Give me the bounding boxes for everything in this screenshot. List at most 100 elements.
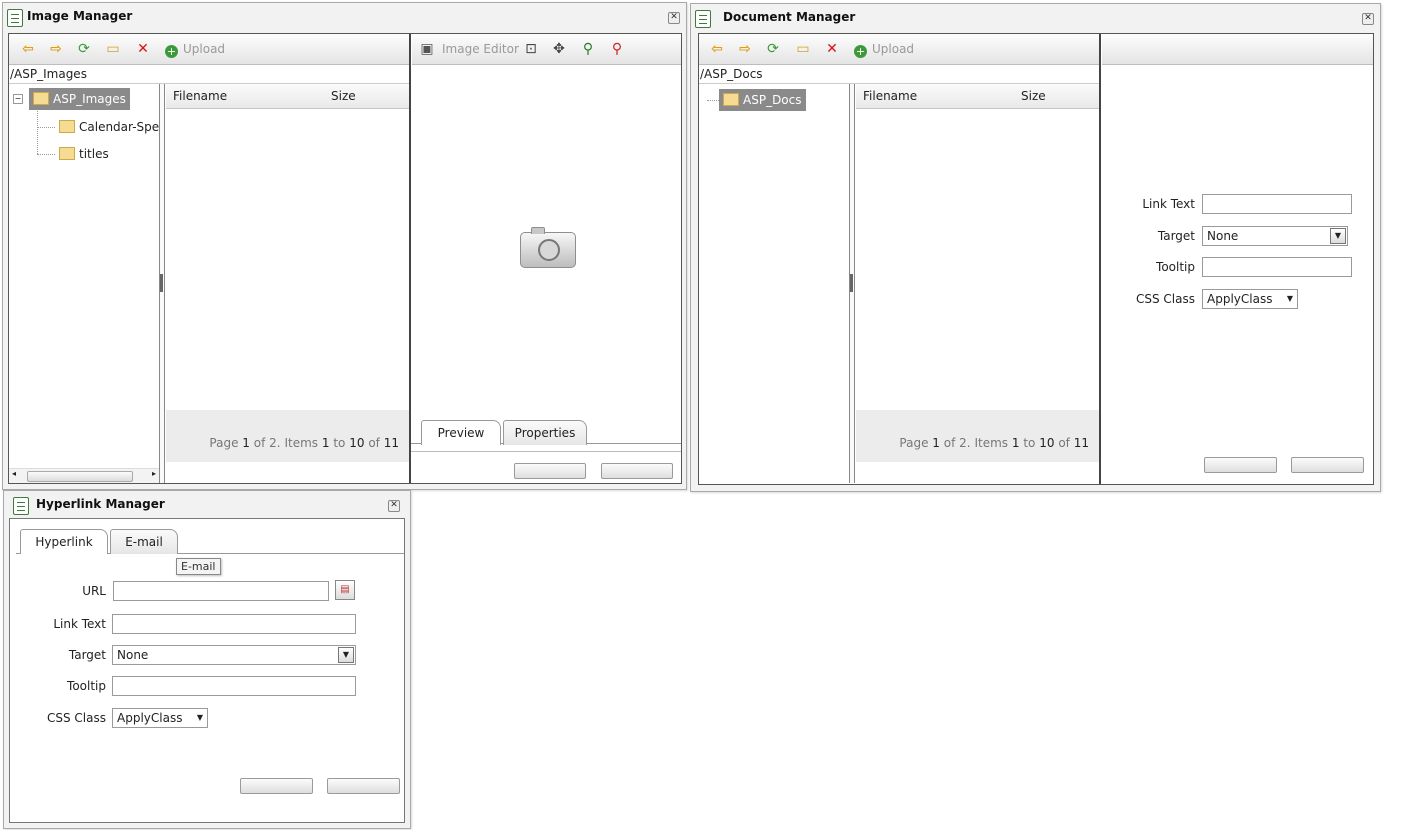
tab-email[interactable]: E-mail	[110, 529, 178, 554]
tree-splitter[interactable]	[849, 84, 855, 483]
tooltip-label: Tooltip	[67, 679, 106, 693]
insert-button[interactable]	[514, 463, 586, 479]
column-filename[interactable]: Filename	[173, 89, 227, 103]
target-select[interactable]: None ▼	[1202, 226, 1348, 246]
hyperlink-manager-title: Hyperlink Manager	[36, 497, 165, 511]
document-manager-title: Document Manager	[723, 10, 856, 24]
splitter-handle[interactable]	[160, 274, 163, 292]
folder-icon	[33, 92, 49, 105]
tree-splitter[interactable]	[159, 84, 165, 483]
image-editor-toolbar: ▣ Image Editor ⊡ ✥ ⚲ ⚲	[412, 34, 681, 65]
file-toolbar: ⇦ ⇨ ⟳ ▭ ✕ + Upload	[699, 34, 1099, 65]
tree-node-asp-docs[interactable]: ASP_Docs	[719, 89, 806, 111]
tab-properties[interactable]: Properties	[503, 420, 587, 445]
file-grid-pager: Page 1 of 2. Items 1 to 10 of 11	[166, 410, 409, 462]
column-filename[interactable]: Filename	[863, 89, 917, 103]
tree-node-asp-images[interactable]: ASP_Images	[29, 88, 130, 110]
cancel-button[interactable]	[601, 463, 673, 479]
tooltip-label: Tooltip	[1156, 260, 1195, 274]
upload-icon: +	[165, 45, 178, 58]
css-class-label: CSS Class	[47, 711, 106, 725]
file-grid-header: Filename Size	[856, 84, 1099, 109]
target-label: Target	[1157, 229, 1195, 243]
image-manager-body: ⇦ ⇨ ⟳ ▭ ✕ + Upload ▣ Image Editor ⊡ ✥ ⚲ ⚲…	[8, 33, 682, 484]
tooltip-input[interactable]	[112, 676, 356, 696]
delete-icon[interactable]: ✕	[134, 40, 152, 58]
hyperlink-manager-titlebar[interactable]: Hyperlink Manager ✕	[4, 491, 410, 519]
chevron-down-icon: ▼	[1330, 228, 1346, 244]
target-select[interactable]: None ▼	[112, 645, 356, 665]
scroll-thumb[interactable]	[27, 471, 133, 482]
tree-node-calendar[interactable]: Calendar-Speci	[59, 116, 159, 138]
link-text-input[interactable]	[1202, 194, 1352, 214]
new-folder-icon[interactable]: ▭	[794, 40, 812, 58]
chevron-down-icon: ▼	[1286, 294, 1293, 303]
tab-hyperlink[interactable]: Hyperlink	[20, 529, 108, 554]
tree-line	[37, 108, 39, 154]
tree-horizontal-scrollbar[interactable]: ◂ ▸	[9, 468, 159, 483]
url-input[interactable]	[113, 581, 329, 601]
tree-node-titles[interactable]: titles	[59, 143, 109, 165]
tab-preview[interactable]: Preview	[421, 420, 501, 445]
refresh-icon[interactable]: ⟳	[764, 40, 782, 58]
splitter-handle[interactable]	[850, 274, 853, 292]
link-text-input[interactable]	[112, 614, 356, 634]
document-manager-titlebar[interactable]: Document Manager ✕	[691, 4, 1380, 32]
camera-placeholder-icon	[520, 227, 576, 268]
image-manager-dialog: Image Manager ✕ ⇦ ⇨ ⟳ ▭ ✕ + Upload ▣ Imag…	[2, 2, 687, 490]
image-editor-button[interactable]: Image Editor	[442, 42, 519, 56]
folder-icon	[723, 93, 739, 106]
delete-icon[interactable]: ✕	[823, 40, 841, 58]
css-class-select[interactable]: ApplyClass ▼	[112, 708, 208, 728]
zoom-in-icon[interactable]: ⚲	[579, 40, 597, 58]
file-toolbar: ⇦ ⇨ ⟳ ▭ ✕ + Upload	[9, 34, 409, 65]
current-path: /ASP_Images	[9, 65, 410, 84]
hyperlink-manager-dialog: Hyperlink Manager ✕ Hyperlink E-mail E-m…	[3, 490, 411, 829]
link-text-label: Link Text	[1142, 197, 1195, 211]
image-manager-title: Image Manager	[27, 9, 133, 23]
scroll-right-arrow[interactable]: ▸	[152, 469, 156, 478]
arrow-left-icon[interactable]: ⇦	[708, 40, 726, 58]
image-editor-icon[interactable]: ▣	[418, 40, 436, 58]
document-manager-body: ⇦ ⇨ ⟳ ▭ ✕ + Upload /ASP_Docs ASP_Docs Fil…	[698, 33, 1374, 485]
cancel-button[interactable]	[1291, 457, 1364, 473]
new-folder-icon[interactable]: ▭	[104, 40, 122, 58]
link-text-label: Link Text	[53, 617, 106, 631]
cancel-button[interactable]	[327, 778, 400, 794]
close-icon[interactable]: ✕	[388, 500, 400, 512]
pane-divider	[409, 34, 411, 483]
tree-collapse-toggle[interactable]: −	[13, 94, 23, 104]
hyperlink-manager-body: Hyperlink E-mail E-mail URL ▤ Link Text …	[9, 518, 405, 823]
pager-text: Page 1 of 2. Items 1 to 10 of 11	[899, 436, 1089, 450]
arrow-right-icon[interactable]: ⇨	[736, 40, 754, 58]
preview-footer-line	[411, 451, 681, 452]
close-icon[interactable]: ✕	[1362, 13, 1374, 25]
scroll-left-arrow[interactable]: ◂	[12, 469, 16, 478]
upload-button[interactable]: + Upload	[165, 42, 225, 58]
image-manager-titlebar[interactable]: Image Manager ✕	[3, 3, 686, 31]
tree-line	[37, 154, 55, 155]
email-tab-tooltip: E-mail	[176, 558, 221, 575]
ok-button[interactable]	[240, 778, 313, 794]
close-icon[interactable]: ✕	[668, 12, 680, 24]
column-size[interactable]: Size	[331, 89, 356, 103]
css-class-select[interactable]: ApplyClass ▼	[1202, 289, 1298, 309]
upload-button[interactable]: + Upload	[854, 42, 914, 58]
column-size[interactable]: Size	[1021, 89, 1046, 103]
css-class-label: CSS Class	[1136, 292, 1195, 306]
target-label: Target	[68, 648, 106, 662]
arrow-right-icon[interactable]: ⇨	[47, 40, 65, 58]
insert-button[interactable]	[1204, 457, 1277, 473]
chevron-down-icon: ▼	[338, 647, 354, 663]
folder-tree: − ASP_Images Calendar-Speci titles	[9, 84, 159, 468]
dialog-icon	[13, 497, 29, 515]
actual-size-icon[interactable]: ✥	[550, 40, 568, 58]
zoom-out-icon[interactable]: ⚲	[608, 40, 626, 58]
refresh-icon[interactable]: ⟳	[75, 40, 93, 58]
browse-document-icon[interactable]: ▤	[335, 580, 355, 600]
current-path: /ASP_Docs	[699, 65, 1100, 84]
arrow-left-icon[interactable]: ⇦	[19, 40, 37, 58]
best-fit-icon[interactable]: ⊡	[522, 40, 540, 58]
tooltip-input[interactable]	[1202, 257, 1352, 277]
folder-tree: ASP_Docs	[699, 84, 849, 483]
